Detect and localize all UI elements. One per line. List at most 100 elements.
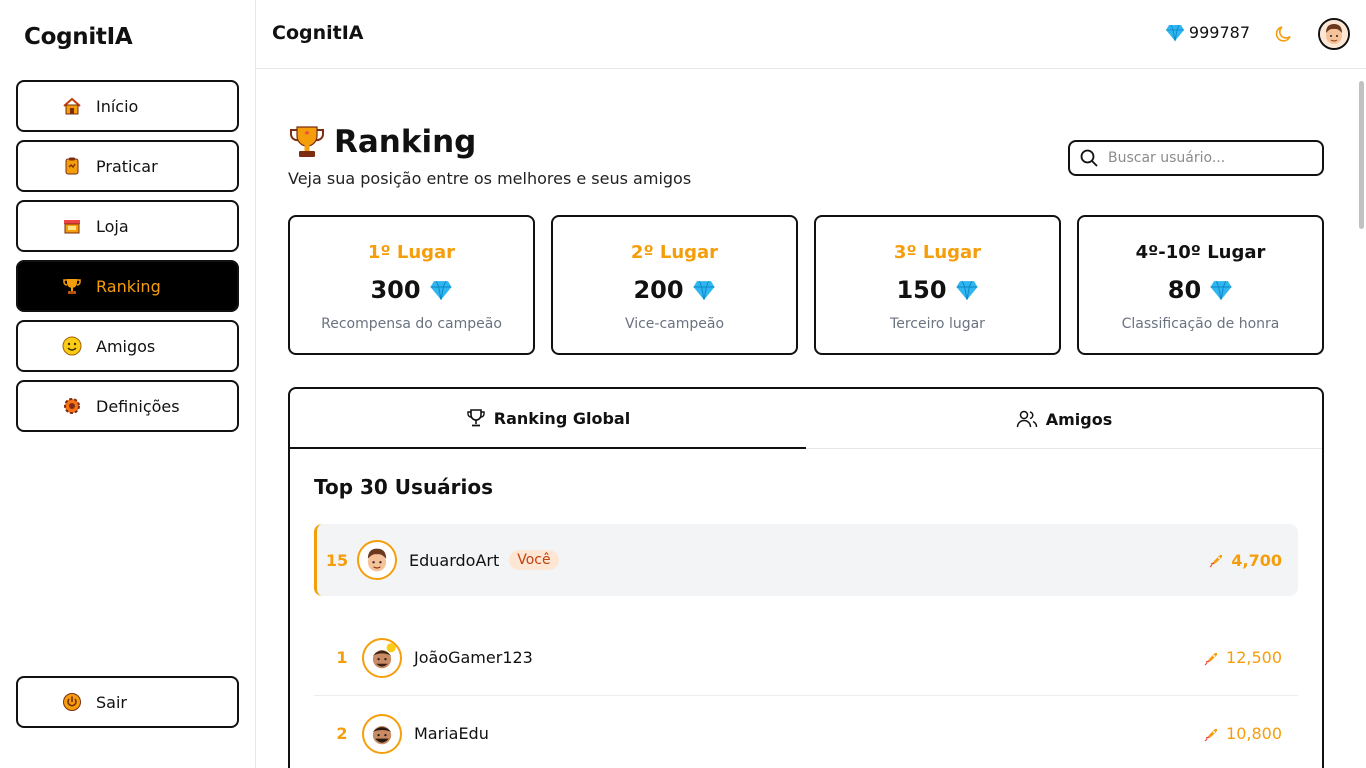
gem-balance: 999787	[1165, 23, 1250, 42]
reward-amount-row: 200	[553, 276, 796, 304]
user-avatar[interactable]	[1318, 18, 1350, 50]
reward-place: 2º Lugar	[630, 242, 719, 263]
avatar	[362, 637, 402, 678]
ranking-panel: Ranking Global Amigos Top 30 Usuários 15…	[288, 387, 1324, 768]
reward-amount: 80	[1167, 276, 1202, 304]
table-row[interactable]: 1 JoãoGamer123 12,500	[314, 620, 1298, 696]
reward-amount: 200	[633, 276, 684, 304]
scrollbar-thumb[interactable]	[1359, 81, 1364, 229]
diamond-icon	[430, 280, 452, 300]
reward-amount: 150	[896, 276, 947, 304]
ranking-tabs: Ranking Global Amigos	[290, 389, 1322, 449]
header-title: CognitIA	[272, 22, 364, 44]
points: 10,800	[1204, 724, 1282, 743]
reward-description: Vice-campeão	[624, 316, 725, 332]
points-value: 10,800	[1226, 724, 1282, 743]
rank-number: 2	[336, 724, 348, 743]
gear-icon	[62, 396, 82, 416]
table-row[interactable]: 2 MariaEdu 10,800	[314, 696, 1298, 768]
sidebar-item-label: Loja	[96, 216, 129, 236]
sidebar-item-definicoes[interactable]: Definições	[16, 380, 239, 432]
sidebar-item-praticar[interactable]: Praticar	[16, 140, 239, 192]
sidebar-item-label: Definições	[96, 396, 180, 416]
brand-logo-text: CognitIA	[24, 24, 133, 50]
reward-amount-row: 150	[816, 276, 1059, 304]
username: EduardoArt	[409, 550, 500, 570]
tab-label: Amigos	[1045, 409, 1113, 429]
points-value: 4,700	[1231, 550, 1282, 570]
sidebar-item-amigos[interactable]: Amigos	[16, 320, 239, 372]
diamond-icon	[693, 280, 715, 300]
store-icon	[62, 216, 82, 236]
reward-description: Recompensa do campeão	[321, 316, 502, 332]
diamond-icon	[1165, 24, 1184, 41]
sidebar-item-label: Amigos	[96, 336, 156, 356]
sidebar-item-inicio[interactable]: Início	[16, 80, 239, 132]
moon-icon	[1275, 26, 1291, 42]
sidebar-item-label: Praticar	[96, 156, 158, 176]
you-badge: Você	[509, 550, 559, 570]
search-input[interactable]	[1108, 150, 1298, 166]
search-icon	[1080, 149, 1098, 167]
user-search-box[interactable]	[1068, 140, 1324, 176]
rocket-icon	[1204, 652, 1218, 665]
rocket-icon	[1209, 555, 1223, 568]
page-title: Ranking	[334, 124, 477, 160]
points: 12,500	[1204, 648, 1282, 667]
reward-place: 4º-10º Lugar	[1135, 242, 1266, 263]
tab-ranking-global[interactable]: Ranking Global	[290, 389, 806, 449]
reward-card-3rd: 3º Lugar 150 Terceiro lugar	[814, 215, 1061, 355]
users-icon	[1016, 410, 1037, 428]
sidebar-item-label: Ranking	[96, 276, 161, 296]
username: MariaEdu	[414, 724, 489, 743]
diamond-icon	[1210, 280, 1232, 300]
smiley-icon	[62, 336, 82, 356]
sidebar: CognitIA Início Praticar Loja Ranking Am…	[0, 0, 256, 768]
points: 4,700	[1209, 551, 1282, 570]
logout-icon	[62, 692, 82, 712]
tab-amigos[interactable]: Amigos	[806, 389, 1322, 449]
rocket-icon	[1204, 728, 1218, 741]
points-value: 12,500	[1226, 648, 1282, 667]
avatar-face-icon	[1320, 20, 1348, 48]
page-title-row: Ranking	[288, 124, 476, 160]
avatar-face-icon	[372, 642, 396, 668]
avatar	[362, 713, 402, 754]
top-header: CognitIA 999787	[256, 0, 1366, 69]
avatar	[357, 540, 397, 580]
trophy-icon	[62, 276, 82, 296]
logout-button[interactable]: Sair	[16, 676, 239, 728]
rank-number: 15	[325, 550, 349, 570]
username: JoãoGamer123	[414, 648, 533, 667]
tab-label: Ranking Global	[493, 408, 631, 428]
reward-card-2nd: 2º Lugar 200 Vice-campeão	[551, 215, 798, 355]
reward-card-4th-10th: 4º-10º Lugar 80 Classificação de honra	[1077, 215, 1324, 355]
sidebar-item-ranking[interactable]: Ranking	[16, 260, 239, 312]
avatar-face-icon	[372, 725, 392, 744]
reward-amount: 300	[370, 276, 421, 304]
reward-amount-row: 300	[290, 276, 533, 304]
logout-label: Sair	[96, 692, 127, 712]
clipboard-icon	[62, 156, 82, 176]
list-title: Top 30 Usuários	[314, 475, 494, 499]
reward-place: 1º Lugar	[367, 242, 456, 263]
reward-card-1st: 1º Lugar 300 Recompensa do campeão	[288, 215, 535, 355]
sidebar-item-label: Início	[96, 96, 139, 116]
reward-amount-row: 80	[1079, 276, 1322, 304]
page-scrollbar[interactable]	[1356, 69, 1366, 768]
reward-description: Terceiro lugar	[890, 316, 985, 332]
sidebar-item-loja[interactable]: Loja	[16, 200, 239, 252]
page-heading: Ranking	[288, 124, 476, 160]
gem-count: 999787	[1188, 23, 1250, 42]
avatar-face-icon	[367, 548, 387, 572]
page-subtitle: Veja sua posição entre os melhores e seu…	[288, 169, 692, 188]
home-icon	[62, 96, 82, 116]
diamond-icon	[956, 280, 978, 300]
current-user-row[interactable]: 15 EduardoArt Você 4,700	[314, 524, 1298, 596]
trophy-icon	[289, 126, 325, 157]
trophy-outline-icon	[467, 409, 485, 427]
reward-place: 3º Lugar	[893, 242, 982, 263]
rank-number: 1	[336, 648, 348, 667]
dark-mode-toggle[interactable]	[1274, 24, 1294, 44]
reward-description: Classificação de honra	[1121, 316, 1280, 332]
